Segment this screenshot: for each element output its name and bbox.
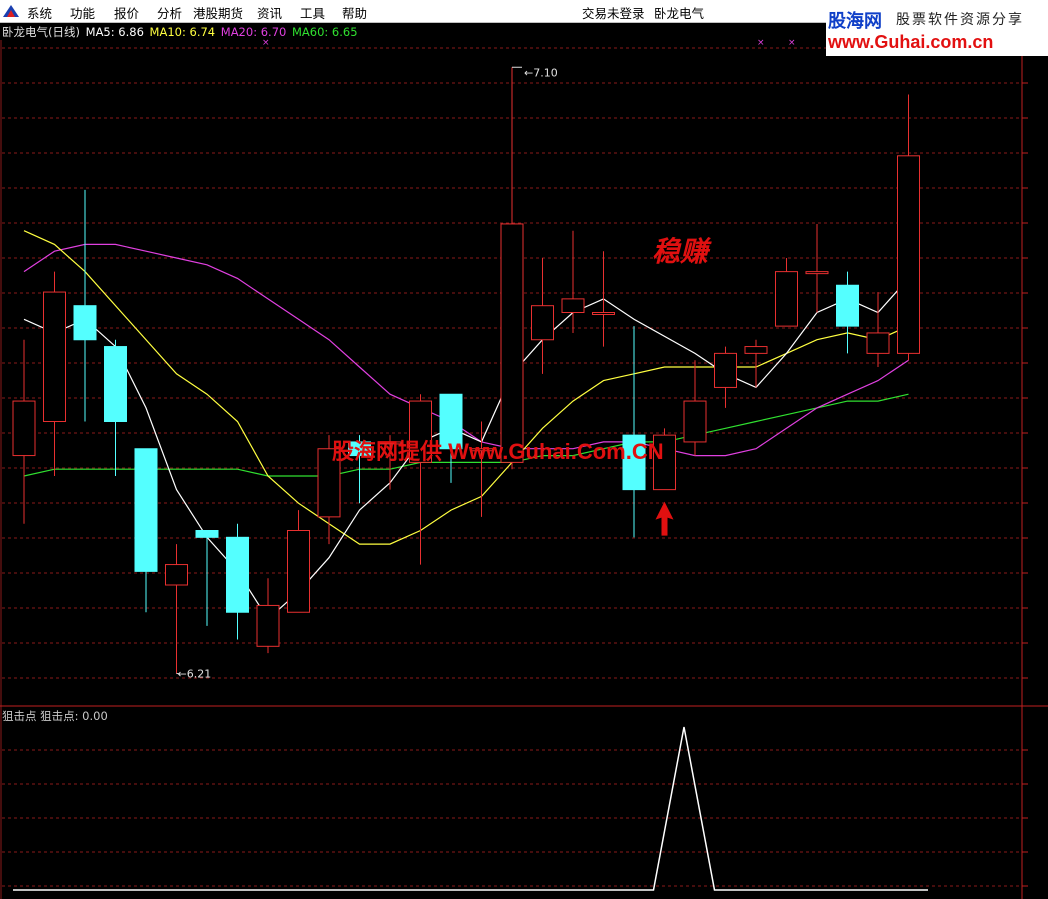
candle-body [775, 271, 798, 327]
signal-line [13, 726, 928, 891]
candle-body [104, 346, 127, 422]
ma10-legend: MA10: 6.74 [149, 25, 216, 39]
ma60-legend: MA60: 6.65 [291, 25, 358, 39]
candle-body [287, 530, 310, 613]
indicator-legend: 卧龙电气(日线) MA5: 6.86 MA10: 6.74 MA20: 6.70… [2, 24, 360, 40]
ma20-legend: MA20: 6.70 [220, 25, 287, 39]
candle-body [134, 448, 158, 572]
candle-body [561, 298, 585, 313]
candle-body [836, 284, 859, 327]
candle-body [531, 305, 554, 341]
logo-main-text: 股海网 [828, 11, 882, 32]
candle-body [500, 223, 524, 463]
site-logo: 股海网 股票软件资源分享 www.Guhai.com.cn [826, 4, 1048, 56]
candle-body [12, 400, 36, 457]
stock-period-title: 卧龙电气(日线) [2, 25, 80, 39]
candle-body [683, 400, 707, 443]
high-price-label: ←7.10 [524, 66, 558, 79]
candle-body [714, 352, 737, 388]
candle-body [866, 332, 890, 354]
subchart-legend: 狙击点 狙击点: 0.00 [2, 708, 108, 724]
low-price-label: ←6.21 [178, 668, 212, 681]
subchart-name: 狙击点 [2, 709, 37, 723]
top-marker: × [788, 38, 796, 48]
candle-body [805, 271, 829, 275]
candle-body [43, 291, 66, 422]
watermark-text: 股海网提供 Www.Guhai.Com.CN [332, 439, 664, 464]
candle-body [73, 305, 97, 341]
ma5-legend: MA5: 6.86 [85, 25, 144, 39]
subchart-value: 狙击点: 0.00 [40, 709, 108, 723]
candle-body [897, 155, 920, 354]
top-marker: × [757, 38, 765, 48]
candle-body [226, 536, 249, 613]
highlight-annotation: 稳赚 [652, 235, 709, 268]
candle-body [256, 604, 280, 647]
candle-body [195, 530, 219, 538]
candle-body [744, 346, 768, 354]
logo-slogan: 股票软件资源分享 [896, 12, 1024, 28]
candle-body [165, 564, 188, 586]
signal-arrow-icon [655, 501, 674, 536]
logo-url: www.Guhai.com.cn [828, 32, 994, 52]
candle-body [592, 312, 615, 315]
